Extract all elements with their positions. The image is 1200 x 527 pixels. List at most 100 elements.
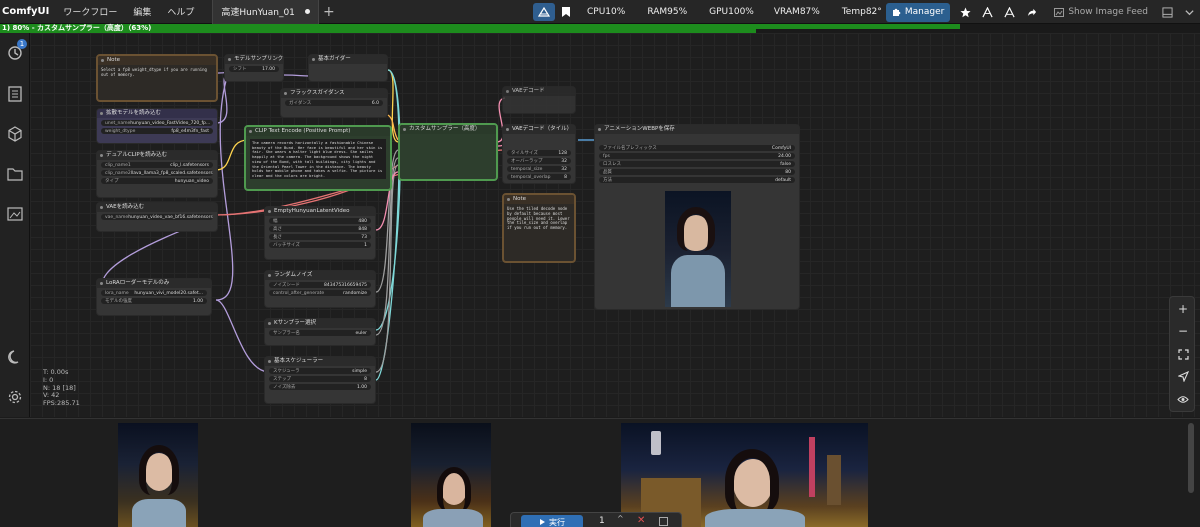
lossless-widget[interactable]: ロスレス false: [599, 161, 795, 167]
unet-name-widget[interactable]: unet_name hunyuan_video_FastVideo_720_fp.…: [101, 120, 213, 126]
node-manager-icon[interactable]: [998, 3, 1020, 21]
dual-clip-loader-node[interactable]: デュアルCLIPを読み込む clip_name1 clip_l.safetenso…: [96, 150, 218, 198]
menu-help[interactable]: ヘルプ: [159, 5, 202, 18]
collapse-icon[interactable]: [1178, 3, 1200, 21]
bookmark-icon[interactable]: [555, 3, 577, 21]
node-title: LoRAローダーモデルのみ: [97, 279, 211, 288]
temporal-size-widget[interactable]: temporal_size 32: [507, 166, 571, 172]
weight-dtype-widget[interactable]: weight_dtype fp8_e4m3fn_fast: [101, 128, 213, 134]
gallery-scrollbar[interactable]: [1188, 423, 1194, 493]
widget-value: 8: [364, 376, 367, 382]
gallery-image-2[interactable]: [411, 423, 491, 527]
scheduler-widget[interactable]: スケジューラ simple: [269, 368, 371, 374]
settings-gear-icon[interactable]: [5, 387, 25, 407]
widget-value: 73: [361, 234, 367, 240]
widget-label: ノイズ除去: [273, 385, 296, 390]
app-brand[interactable]: ComfyUI: [0, 6, 55, 17]
clip-type-widget[interactable]: タイプ hunyuan_video: [101, 178, 213, 184]
note-node-memory[interactable]: Note Select a fp8 weight_dtype if you ar…: [96, 54, 218, 102]
manager-button[interactable]: Manager: [885, 2, 951, 22]
batch-count-up-icon[interactable]: ^: [617, 514, 624, 523]
node-title: Note: [98, 56, 216, 65]
monitor-toggle-icon[interactable]: [533, 3, 555, 21]
select-pointer-icon[interactable]: [1173, 367, 1193, 385]
add-tab-button[interactable]: +: [319, 4, 339, 20]
fit-view-icon[interactable]: [1173, 345, 1193, 363]
vae-name-widget[interactable]: vae_name hunyuan_video_vae_bf16.safetenso…: [101, 214, 213, 220]
note-text[interactable]: Select a fp8 weight_dtype if you are run…: [98, 65, 216, 81]
image-feed-toggle[interactable]: Show Image Feed: [1054, 7, 1148, 17]
note-node-tiled-decode[interactable]: Note Use the tiled decode node by defaul…: [502, 193, 576, 263]
shift-widget[interactable]: シフト 17.00: [229, 66, 279, 72]
widget-value: 32: [561, 158, 567, 164]
guidance-widget[interactable]: ガイダンス 6.0: [285, 100, 383, 106]
model-library-icon[interactable]: [5, 124, 25, 144]
run-button[interactable]: 実行: [521, 515, 583, 527]
panel-toggle-icon[interactable]: [1156, 3, 1178, 21]
random-noise-node[interactable]: ランダムノイズ ノイズシード 843475316659475 control_af…: [264, 270, 376, 308]
clip-name1-widget[interactable]: clip_name1 clip_l.safetensors: [101, 162, 213, 168]
model-strength-widget[interactable]: モデルの強度 1.00: [101, 298, 207, 304]
widget-label: 高さ: [273, 227, 282, 232]
batch-size-widget[interactable]: バッチサイズ 1: [269, 242, 371, 248]
cancel-icon[interactable]: ✕: [637, 515, 645, 526]
prompt-textarea[interactable]: The camera records horizontally a fashio…: [250, 139, 386, 179]
lora-loader-model-only-node[interactable]: LoRAローダーモデルのみ lora_name hunyuan_vivi_mode…: [96, 278, 212, 316]
width-widget[interactable]: 幅 480: [269, 218, 371, 224]
height-widget[interactable]: 高さ 848: [269, 226, 371, 232]
basic-guider-node[interactable]: 基本ガイダー: [308, 54, 388, 82]
node-title: 拡散モデルを読み込む: [97, 109, 217, 118]
clip-name2-widget[interactable]: clip_name2 llava_llama3_fp8_scaled.safete…: [101, 170, 213, 176]
zoom-out-icon[interactable]: −: [1173, 322, 1193, 340]
toggle-links-eye-icon[interactable]: [1173, 390, 1193, 408]
flux-guidance-node[interactable]: フラックスガイダンス ガイダンス 6.0: [280, 88, 388, 118]
workflows-icon[interactable]: [5, 164, 25, 184]
vae-decode-tiled-node[interactable]: VAEデコード（タイル） タイルサイズ 128 オーバーラップ 32 tempora…: [502, 124, 576, 184]
length-widget[interactable]: 長さ 73: [269, 234, 371, 240]
image-gallery-icon[interactable]: [5, 204, 25, 224]
denoise-widget[interactable]: ノイズ除去 1.00: [269, 384, 371, 390]
theme-moon-icon[interactable]: [5, 347, 25, 367]
save-animated-webp-node[interactable]: アニメーションWEBPを保存 ファイル名プレフィックス ComfyUI fps 24…: [594, 124, 800, 310]
node-library-icon[interactable]: [5, 84, 25, 104]
load-vae-node[interactable]: VAEを読み込む vae_name hunyuan_video_vae_bf16.…: [96, 202, 218, 232]
widget-value: llava_llama3_fp8_scaled.safetensors: [130, 170, 213, 176]
empty-hunyuan-latent-video-node[interactable]: EmptyHunyuanLatentVideo 幅 480 高さ 848 長さ 73 …: [264, 206, 376, 260]
ksampler-select-node[interactable]: Kサンプラー選択 サンプラー名 euler: [264, 318, 376, 346]
vae-decode-node[interactable]: VAEデコード: [502, 86, 576, 114]
queue-history-icon[interactable]: 1: [5, 39, 27, 63]
control-after-generate-widget[interactable]: control_after_generate randomize: [269, 290, 371, 296]
tile-size-widget[interactable]: タイルサイズ 128: [507, 150, 571, 156]
note-text[interactable]: Use the tiled decode node by default bec…: [504, 204, 574, 234]
sampler-name-widget[interactable]: サンプラー名 euler: [269, 330, 371, 336]
menu-workflow[interactable]: ワークフロー: [55, 5, 125, 18]
batch-count-input[interactable]: 1: [599, 516, 605, 526]
model-sampling-sd3-node[interactable]: モデルサンプリングSD3 シフト 17.00: [224, 54, 284, 82]
share-icon[interactable]: [1020, 3, 1042, 21]
noise-seed-widget[interactable]: ノイズシード 843475316659475: [269, 282, 371, 288]
zoom-in-icon[interactable]: +: [1173, 300, 1193, 318]
widget-value: 8: [564, 174, 567, 180]
lora-name-widget[interactable]: lora_name hunyuan_vivi_model20.safet...: [101, 290, 207, 296]
workflow-tab[interactable]: 高速HunYuan_01: [212, 0, 319, 24]
widget-label: モデルの強度: [105, 299, 132, 304]
quality-widget[interactable]: 品質 80: [599, 169, 795, 175]
clip-text-encode-node[interactable]: CLIP Text Encode (Positive Prompt) The c…: [244, 125, 392, 191]
star-icon[interactable]: [954, 3, 976, 21]
filename-prefix-widget[interactable]: ファイル名プレフィックス ComfyUI: [599, 145, 795, 151]
fps-widget[interactable]: fps 24.00: [599, 153, 795, 159]
queue-panel-icon[interactable]: [659, 517, 668, 526]
steps-widget[interactable]: ステップ 8: [269, 376, 371, 382]
basic-scheduler-node[interactable]: 基本スケジューラー スケジューラ simple ステップ 8 ノイズ除去 1.00: [264, 356, 376, 404]
gallery-image-1[interactable]: [118, 423, 198, 527]
custom-sampler-advanced-node[interactable]: カスタムサンプラー（高度）: [398, 123, 498, 181]
method-widget[interactable]: 方法 default: [599, 177, 795, 183]
load-diffusion-model-node[interactable]: 拡散モデルを読み込む unet_name hunyuan_video_FastVi…: [96, 108, 218, 144]
overlap-widget[interactable]: オーバーラップ 32: [507, 158, 571, 164]
canvas-stats: T: 0.00s I: 0 N: 18 [18] V: 42 FPS:285.7…: [43, 368, 80, 408]
node-title: VAEデコード（タイル）: [503, 125, 575, 134]
model-manager-icon[interactable]: [976, 3, 998, 21]
unsaved-dot-icon[interactable]: [304, 9, 310, 14]
temporal-overlap-widget[interactable]: temporal_overlap 8: [507, 174, 571, 180]
menu-edit[interactable]: 編集: [125, 5, 159, 18]
